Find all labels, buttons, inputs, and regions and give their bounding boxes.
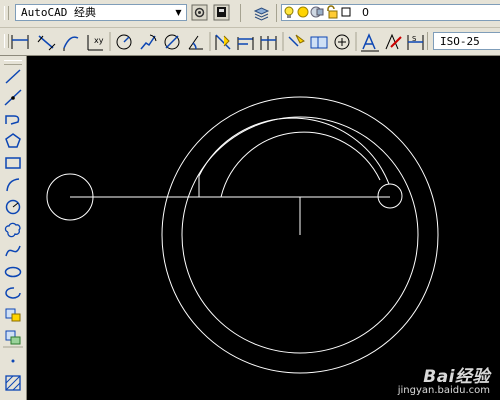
layer-manager-button[interactable]: [253, 5, 270, 22]
polygon-icon[interactable]: [5, 133, 21, 148]
radius-dimension-icon[interactable]: [116, 34, 132, 50]
arc-length-icon[interactable]: [63, 36, 79, 51]
dimension-text-edit-icon[interactable]: [385, 33, 402, 50]
sun-icon: [297, 6, 309, 18]
revision-cloud-icon[interactable]: [4, 222, 21, 238]
arc-icon[interactable]: [6, 178, 20, 192]
draw-tools: [3, 69, 23, 391]
workspace-dropdown[interactable]: AutoCAD 经典 ▼: [15, 4, 187, 21]
svg-text:S: S: [412, 35, 417, 43]
dimension-toolbar: xy S ISO-25: [0, 28, 500, 56]
angular-dimension-icon[interactable]: [188, 35, 203, 50]
toolbar-grip[interactable]: [4, 34, 9, 48]
save-workspace-button[interactable]: [213, 4, 230, 21]
ordinate-dimension-icon[interactable]: xy: [87, 35, 104, 51]
toolbar-grip[interactable]: [4, 6, 9, 20]
watermark-url: jingyan.baidu.com: [397, 385, 490, 396]
layer-state-icons: [284, 5, 351, 19]
ellipse-arc-icon[interactable]: [5, 287, 21, 299]
current-layer-name: 0: [362, 6, 369, 19]
gear-icon: [191, 4, 208, 21]
dimension-style-value: ISO-25: [440, 35, 480, 48]
line-icon[interactable]: [5, 69, 21, 84]
toolbar-separator: [427, 32, 428, 50]
insert-block-icon[interactable]: [5, 308, 21, 322]
quick-dimension-icon[interactable]: [215, 34, 231, 50]
layers-icon: [253, 7, 270, 21]
watermark-brand: Bai经验: [423, 367, 490, 387]
make-block-icon[interactable]: [5, 330, 21, 345]
dimension-edit-icon[interactable]: [361, 33, 379, 52]
diameter-dimension-icon[interactable]: [164, 34, 180, 50]
linear-dimension-icon[interactable]: [11, 35, 29, 49]
continue-dimension-icon[interactable]: [260, 36, 277, 50]
small-right-circle[interactable]: [377, 183, 403, 209]
circle-icon[interactable]: [5, 199, 21, 215]
hatch-icon[interactable]: [5, 375, 21, 391]
watermark: Bai经验 jingyan.baidu.com: [398, 362, 490, 396]
aligned-dimension-icon[interactable]: [37, 35, 56, 51]
lightbulb-icon: [284, 6, 294, 18]
polyline-icon[interactable]: [5, 115, 20, 125]
point-icon[interactable]: [11, 359, 15, 363]
arc-large[interactable]: [198, 117, 390, 197]
layer-color-swatch: [341, 7, 351, 17]
dimension-update-icon[interactable]: S: [407, 35, 424, 50]
drawing-geometry: [46, 96, 439, 374]
viewport-freeze-icon: [310, 6, 324, 18]
svg-text:xy: xy: [94, 36, 104, 45]
ellipse-icon[interactable]: [4, 266, 22, 278]
workspace-settings-button[interactable]: [191, 4, 208, 21]
toolbar-separator: [276, 4, 277, 22]
construction-line-icon[interactable]: [4, 89, 22, 106]
padlock-open-icon: [327, 5, 338, 19]
workspace-save-icon: [213, 4, 230, 21]
workspaces-layers-toolbar: AutoCAD 经典 ▼ 0: [0, 0, 500, 28]
dimension-style-dropdown[interactable]: ISO-25: [433, 32, 500, 50]
chevron-down-icon[interactable]: ▼: [173, 7, 184, 18]
rectangle-icon[interactable]: [5, 157, 21, 169]
quick-leader-icon[interactable]: [288, 34, 305, 47]
layer-dropdown[interactable]: 0: [281, 4, 500, 21]
toolbar-separator: [240, 4, 241, 22]
jogged-dimension-icon[interactable]: [140, 34, 157, 50]
spline-icon[interactable]: [5, 245, 21, 257]
draw-toolbar: [0, 56, 27, 400]
arc-inner[interactable]: [220, 131, 381, 198]
workspace-dropdown-value: AutoCAD 经典: [21, 6, 96, 19]
center-mark-icon[interactable]: [334, 34, 350, 50]
tolerance-icon[interactable]: [310, 36, 328, 49]
baseline-dimension-icon[interactable]: [237, 37, 254, 50]
dimension-tools: xy S: [11, 32, 424, 52]
drawing-area[interactable]: Bai经验 jingyan.baidu.com: [28, 56, 500, 400]
